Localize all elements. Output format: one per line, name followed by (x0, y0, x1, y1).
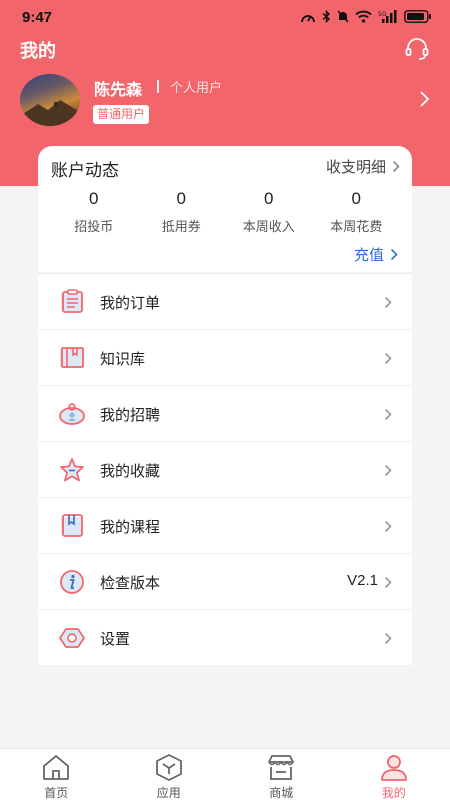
recharge-label: 充值 (353, 246, 384, 264)
menu-item-label: 我的收藏 (100, 462, 161, 480)
tab-home[interactable]: 首页 (0, 749, 113, 800)
menu-item-label: 检查版本 (100, 574, 161, 592)
menu-item-my-courses[interactable]: 我的课程 (38, 497, 412, 553)
speed-icon (301, 14, 315, 22)
stat-value: 0 (176, 189, 186, 208)
menu-item-label: 我的课程 (100, 518, 161, 536)
mute-icon (337, 10, 349, 23)
user-name: 陈先森 (94, 80, 143, 99)
avatar-landscape (20, 100, 80, 126)
chevron-right-icon (384, 576, 392, 589)
account-type: 个人用户 (170, 81, 223, 96)
tab-profile[interactable]: 我的 (338, 749, 450, 800)
menu-item-label: 知识库 (100, 350, 146, 368)
account-title: 账户动态 (51, 161, 119, 181)
svg-text:5G: 5G (378, 11, 387, 18)
tab-apps[interactable]: 应用 (113, 749, 226, 800)
stat-vouchers[interactable]: 0 抵用券 (138, 188, 226, 235)
chevron-right-icon (384, 408, 392, 421)
course-icon (61, 514, 83, 537)
home-icon (43, 755, 69, 780)
star-icon (60, 458, 84, 482)
chevron-right-icon (392, 160, 400, 173)
avatar[interactable] (20, 74, 80, 126)
bottom-tab-bar: 首页 应用 商城 我的 (0, 748, 450, 800)
menu-item-check-version[interactable]: 检查版本 V2.1 (38, 553, 412, 609)
menu-item-settings[interactable]: 设置 (38, 609, 412, 665)
chevron-right-icon (384, 296, 392, 309)
name-divider (157, 80, 159, 93)
stat-value: 0 (351, 189, 361, 208)
menu-item-my-orders[interactable]: 我的订单 (38, 273, 412, 329)
menu-item-my-favorites[interactable]: 我的收藏 (38, 441, 412, 497)
menu-item-label: 我的订单 (100, 294, 161, 312)
tab-label: 首页 (44, 786, 69, 800)
chevron-right-icon (384, 464, 392, 477)
profile-icon (380, 755, 407, 781)
recruit-icon (59, 403, 85, 425)
book-icon (60, 347, 84, 368)
headset-icon[interactable] (404, 36, 430, 62)
stat-value: 0 (89, 189, 99, 208)
stat-label: 本周花费 (330, 220, 383, 235)
account-card: 账户动态 收支明细 0 招投币 0 抵用券 0 本周收入 0 本周花费 充值 (38, 146, 412, 272)
chevron-right-icon[interactable] (418, 90, 430, 108)
stat-coins[interactable]: 0 招投币 (50, 188, 138, 235)
signal-icon: 5G (378, 10, 397, 23)
account-stats: 0 招投币 0 抵用券 0 本周收入 0 本周花费 (38, 188, 412, 235)
details-link-label: 收支明细 (325, 158, 386, 176)
stat-label: 招投币 (74, 220, 114, 235)
page-title: 我的 (20, 41, 56, 62)
chevron-right-icon (384, 352, 392, 365)
apps-icon (155, 754, 182, 781)
menu-item-label: 设置 (100, 630, 131, 648)
stat-value: 0 (264, 189, 274, 208)
store-icon (268, 755, 294, 780)
status-icons: 5G (300, 10, 432, 23)
tab-store[interactable]: 商城 (225, 749, 338, 800)
status-time: 9:47 (22, 9, 53, 26)
chevron-right-icon (390, 248, 398, 261)
tab-label: 商城 (269, 786, 294, 800)
stat-label: 本周收入 (242, 220, 295, 235)
chevron-right-icon (384, 632, 392, 645)
stat-weekly-income[interactable]: 0 本周收入 (225, 188, 313, 235)
stat-label: 抵用券 (161, 220, 201, 235)
menu-item-my-recruitment[interactable]: 我的招聘 (38, 385, 412, 441)
settings-icon (59, 628, 85, 648)
info-icon (60, 570, 84, 594)
menu-list: 我的订单 知识库 我的招聘 我的收藏 我的课程 检查版本 V2.1 设置 (38, 273, 412, 665)
menu-item-knowledge-base[interactable]: 知识库 (38, 329, 412, 385)
status-bar: 9:47 5G (0, 0, 450, 34)
version-value: V2.1 (347, 572, 378, 589)
bluetooth-icon (322, 10, 331, 23)
recharge-button[interactable]: 充值 (354, 244, 398, 265)
tab-label: 应用 (156, 786, 181, 800)
tab-label: 我的 (381, 786, 406, 800)
clipboard-icon (61, 289, 83, 313)
chevron-right-icon (384, 520, 392, 533)
membership-badge: 普通用户 (93, 105, 150, 124)
income-expense-details-link[interactable]: 收支明细 (326, 156, 400, 177)
stat-weekly-spending[interactable]: 0 本周花费 (313, 188, 401, 235)
battery-icon (404, 10, 431, 23)
menu-item-label: 我的招聘 (100, 406, 161, 424)
wifi-icon (355, 10, 372, 23)
